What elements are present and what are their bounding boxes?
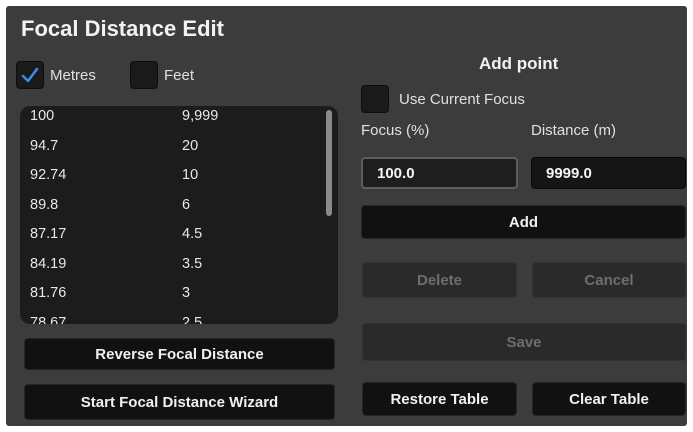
metres-checkbox[interactable] bbox=[16, 61, 44, 89]
window-title: Focal Distance Edit bbox=[21, 16, 224, 41]
focus-percent-label: Focus (%) bbox=[361, 122, 430, 139]
focus-cell: 92.74 bbox=[30, 167, 67, 183]
checkmark-icon bbox=[21, 67, 39, 83]
focus-cell: 84.19 bbox=[30, 255, 67, 272]
save-button[interactable]: Save bbox=[362, 323, 686, 361]
use-current-focus-label: Use Current Focus bbox=[399, 90, 525, 108]
table-row[interactable]: 89.8 6 bbox=[20, 195, 318, 225]
distance-label: Distance (m) bbox=[531, 122, 617, 139]
table-row[interactable]: 94.7 20 bbox=[20, 136, 318, 166]
clear-table-button[interactable]: Clear Table bbox=[532, 382, 686, 416]
use-current-focus-checkbox[interactable] bbox=[361, 85, 389, 113]
distance-cell: 2.5 bbox=[182, 314, 203, 325]
table-row[interactable]: 92.74 10 bbox=[20, 165, 318, 195]
distance-input[interactable]: 9999.0 bbox=[531, 157, 686, 189]
feet-label: Feet bbox=[164, 66, 195, 84]
focus-cell: 87.17 bbox=[30, 226, 67, 242]
distance-cell: 10 bbox=[182, 167, 199, 183]
delete-button[interactable]: Delete bbox=[362, 262, 517, 298]
table-scrollbar[interactable] bbox=[326, 110, 332, 216]
start-focal-distance-wizard-button[interactable]: Start Focal Distance Wizard bbox=[24, 384, 335, 420]
focal-distance-edit-window: Focal Distance Edit Metres Feet 100 9,999… bbox=[6, 6, 687, 426]
focus-cell: 81.76 bbox=[30, 285, 67, 301]
use-current-focus-option[interactable]: Use Current Focus bbox=[361, 85, 525, 113]
distance-cell: 6 bbox=[182, 196, 191, 213]
feet-checkbox[interactable] bbox=[130, 61, 158, 89]
table-row[interactable]: 84.19 3.5 bbox=[20, 254, 318, 284]
distance-cell: 20 bbox=[182, 137, 199, 154]
table-row[interactable]: 100 9,999 bbox=[20, 106, 318, 136]
table-row[interactable]: 87.17 4.5 bbox=[20, 224, 318, 254]
table-row[interactable]: 78.67 2.5 bbox=[20, 313, 318, 325]
table-row[interactable]: 81.76 3 bbox=[20, 283, 318, 313]
metres-label: Metres bbox=[50, 66, 96, 84]
distance-cell: 4.5 bbox=[182, 226, 203, 242]
restore-table-button[interactable]: Restore Table bbox=[362, 382, 517, 416]
distance-cell: 3 bbox=[182, 285, 191, 301]
focus-input[interactable]: 100.0 bbox=[361, 157, 518, 189]
distance-cell: 9,999 bbox=[182, 108, 219, 124]
focus-cell: 100 bbox=[30, 108, 55, 124]
distance-cell: 3.5 bbox=[182, 255, 203, 272]
feet-option[interactable]: Feet bbox=[130, 61, 194, 89]
focus-cell: 89.8 bbox=[30, 196, 59, 213]
add-point-heading: Add point bbox=[479, 54, 559, 73]
add-button[interactable]: Add bbox=[361, 205, 686, 239]
focal-distance-table[interactable]: 100 9,999 94.7 20 92.74 10 89.8 6 87.17 4.5 84.19 3… bbox=[20, 106, 338, 324]
focus-cell: 78.67 bbox=[30, 314, 67, 325]
table-rows: 100 9,999 94.7 20 92.74 10 89.8 6 87.17 4.5 84.19 3… bbox=[20, 106, 318, 324]
metres-option[interactable]: Metres bbox=[16, 61, 96, 89]
focus-cell: 94.7 bbox=[30, 137, 59, 154]
cancel-button[interactable]: Cancel bbox=[532, 262, 686, 298]
reverse-focal-distance-button[interactable]: Reverse Focal Distance bbox=[24, 338, 335, 370]
